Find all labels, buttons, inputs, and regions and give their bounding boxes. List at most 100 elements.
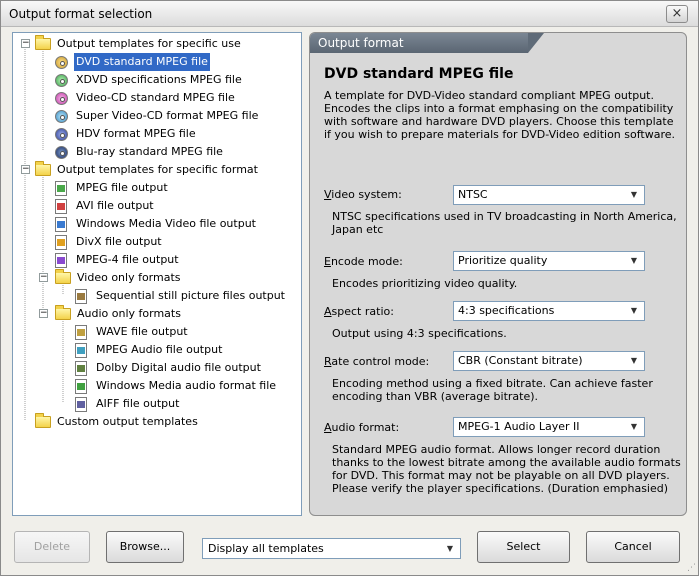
tree-item-label: WAVE file output — [96, 325, 188, 338]
tree-item[interactable]: AVI file output — [55, 197, 156, 215]
audio-format-note: Standard MPEG audio format. Allows longe… — [332, 443, 681, 495]
folder-icon — [35, 413, 51, 428]
template-tree[interactable]: − Output templates for specific use DVD st… — [12, 32, 302, 516]
bluray-disc-icon — [55, 145, 68, 159]
tree-item[interactable]: Dolby Digital audio file output — [75, 359, 263, 377]
tree-item[interactable]: HDV format MPEG file — [55, 125, 198, 143]
tree-folder[interactable]: Custom output templates — [35, 413, 200, 431]
tree-item[interactable]: XDVD specifications MPEG file — [55, 71, 244, 89]
tree-item-label: Sequential still picture files output — [96, 289, 285, 302]
folder-icon — [55, 269, 71, 284]
tree-folder[interactable]: − Audio only formats — [39, 305, 183, 323]
cancel-button[interactable]: Cancel — [586, 531, 680, 563]
wma-file-icon — [75, 378, 87, 394]
close-button[interactable]: × — [666, 5, 688, 23]
vcd-disc-icon — [55, 91, 68, 105]
tree-item[interactable]: Video-CD standard MPEG file — [55, 89, 237, 107]
chevron-down-icon: ▼ — [630, 190, 638, 199]
format-details-panel: Output format DVD standard MPEG file A t… — [309, 32, 687, 516]
title-bar: Output format selection × — [1, 1, 698, 27]
tree-item-label: HDV format MPEG file — [76, 127, 196, 140]
mpeg4-file-icon — [55, 252, 67, 268]
select-button[interactable]: Select — [477, 531, 570, 563]
collapse-icon[interactable]: − — [39, 273, 48, 282]
rate-control-label: Rate control mode: — [324, 355, 430, 368]
aspect-ratio-label: Aspect ratio: — [324, 305, 394, 318]
aiff-file-icon — [75, 396, 87, 412]
aspect-ratio-note: Output using 4:3 specifications. — [332, 327, 507, 340]
aspect-ratio-select[interactable]: 4:3 specifications ▼ — [453, 301, 645, 321]
tree-item-label: Windows Media audio format file — [96, 379, 277, 392]
folder-icon — [55, 305, 71, 320]
chevron-down-icon: ▼ — [630, 306, 638, 315]
tree-item-label: Dolby Digital audio file output — [96, 361, 261, 374]
tree-item-label: AIFF file output — [96, 397, 180, 410]
details-title: DVD standard MPEG file — [324, 66, 514, 82]
tree-item[interactable]: MPEG-4 file output — [55, 251, 181, 269]
tree-item-label: MPEG-4 file output — [76, 253, 179, 266]
tree-folder[interactable]: − Output templates for specific format — [21, 161, 260, 179]
avi-file-icon — [55, 198, 67, 214]
wmv-file-icon — [55, 216, 67, 232]
template-filter-select[interactable]: Display all templates ▼ — [202, 538, 461, 559]
encode-mode-select[interactable]: Prioritize quality ▼ — [453, 251, 645, 271]
rate-control-note: Encoding method using a fixed bitrate. C… — [332, 377, 653, 403]
details-header: Output format — [310, 33, 544, 53]
collapse-icon[interactable]: − — [21, 165, 30, 174]
xdvd-disc-icon — [55, 73, 68, 87]
tree-folder[interactable]: − Output templates for specific use — [21, 35, 243, 53]
collapse-icon[interactable]: − — [21, 39, 30, 48]
video-system-note: NTSC specifications used in TV broadcast… — [332, 210, 677, 236]
video-system-select[interactable]: NTSC ▼ — [453, 185, 645, 205]
tree-item[interactable]: AIFF file output — [75, 395, 181, 413]
dolby-file-icon — [75, 360, 87, 376]
tree-item[interactable]: Blu-ray standard MPEG file — [55, 143, 225, 161]
tree-item[interactable]: Sequential still picture files output — [75, 287, 287, 305]
tree-item[interactable]: DivX file output — [55, 233, 164, 251]
tree-item-label: Video only formats — [77, 271, 181, 284]
encode-mode-label: Encode mode: — [324, 255, 403, 268]
mpeg-audio-file-icon — [75, 342, 87, 358]
tree-item[interactable]: Windows Media audio format file — [75, 377, 278, 395]
tree-item-label: Super Video-CD format MPEG file — [76, 109, 259, 122]
chevron-down-icon: ▼ — [446, 544, 454, 553]
browse-button[interactable]: Browse... — [106, 531, 184, 563]
tree-item-label: DivX file output — [76, 235, 162, 248]
tree-item-label: Video-CD standard MPEG file — [76, 91, 235, 104]
tree-item[interactable]: WAVE file output — [75, 323, 190, 341]
folder-icon — [35, 161, 51, 176]
encode-mode-note: Encodes prioritizing video quality. — [332, 277, 518, 290]
chevron-down-icon: ▼ — [630, 356, 638, 365]
tree-item-label: XDVD specifications MPEG file — [76, 73, 242, 86]
details-description: A template for DVD-Video standard compli… — [324, 89, 676, 141]
wave-file-icon — [75, 324, 87, 340]
tree-folder[interactable]: − Video only formats — [39, 269, 183, 287]
tree-item-label: AVI file output — [76, 199, 154, 212]
delete-button[interactable]: Delete — [14, 531, 90, 563]
folder-icon — [35, 35, 51, 50]
window-title: Output format selection — [9, 7, 153, 21]
tree-item-label: Blu-ray standard MPEG file — [76, 145, 223, 158]
tree-item[interactable]: DVD standard MPEG file — [55, 52, 211, 72]
tree-item-label: Audio only formats — [77, 307, 181, 320]
divx-file-icon — [55, 234, 67, 250]
chevron-down-icon: ▼ — [630, 256, 638, 265]
tree-item[interactable]: Super Video-CD format MPEG file — [55, 107, 260, 125]
tree-item[interactable]: MPEG Audio file output — [75, 341, 224, 359]
audio-format-label: Audio format: — [324, 421, 400, 434]
tree-item-label: Output templates for specific format — [57, 163, 258, 176]
tree-item-label: Custom output templates — [57, 415, 198, 428]
tree-item-label: MPEG Audio file output — [96, 343, 223, 356]
hdv-disc-icon — [55, 127, 68, 141]
resize-grip-icon[interactable]: ⋰ — [687, 563, 696, 573]
collapse-icon[interactable]: − — [39, 309, 48, 318]
tree-item[interactable]: MPEG file output — [55, 179, 170, 197]
dvd-disc-icon — [55, 55, 68, 69]
output-format-dialog: Output format selection × − Output templa… — [0, 0, 699, 576]
rate-control-select[interactable]: CBR (Constant bitrate) ▼ — [453, 351, 645, 371]
video-system-label: Video system: — [324, 188, 402, 201]
tree-item-label: DVD standard MPEG file — [73, 52, 211, 72]
svcd-disc-icon — [55, 109, 68, 123]
tree-item[interactable]: Windows Media Video file output — [55, 215, 258, 233]
audio-format-select[interactable]: MPEG-1 Audio Layer II ▼ — [453, 417, 645, 437]
